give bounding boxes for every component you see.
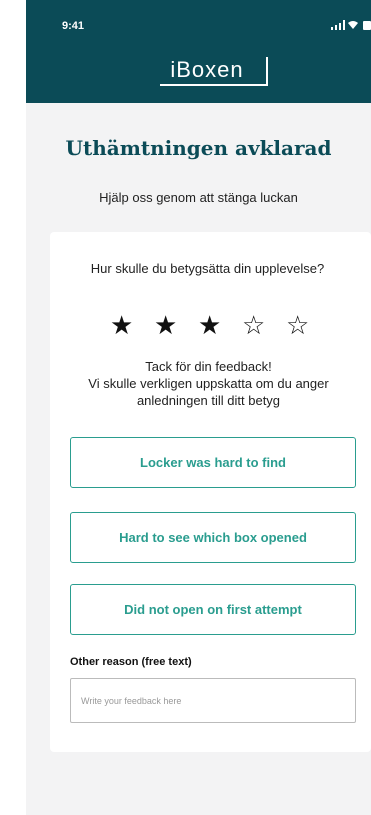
iboxen-logo: iBoxen [160, 57, 268, 86]
logo-text: iBoxen [170, 57, 244, 82]
status-time: 9:41 [62, 20, 85, 32]
reason-button-which-box-opened[interactable]: Hard to see which box opened [70, 512, 356, 563]
star-icon-2[interactable]: ★ [154, 310, 177, 340]
thanks-line-1: Tack för din feedback! [145, 359, 272, 374]
thanks-line-2: Vi skulle verkligen uppskatta om du ange… [88, 376, 329, 408]
feedback-input[interactable] [70, 678, 356, 723]
phone-screen: 9:41 iBoxen Uthämtningen avklarad Hjälp … [26, 0, 371, 815]
signal-icon [331, 20, 345, 30]
star-icon-3[interactable]: ★ [198, 310, 221, 340]
page-title: Uthämtningen avklarad [65, 136, 332, 160]
feedback-thanks: Tack för din feedback! Vi skulle verklig… [56, 358, 361, 409]
reason-button-hard-to-find[interactable]: Locker was hard to find [70, 437, 356, 488]
page-subtitle: Hjälp oss genom att stänga luckan [99, 190, 298, 205]
star-icon-5[interactable]: ☆ [286, 310, 309, 340]
app-header: 9:41 iBoxen [26, 0, 371, 103]
reason-button-did-not-open[interactable]: Did not open on first attempt [70, 584, 356, 635]
rating-card: Hur skulle du betygsätta din upplevelse?… [50, 232, 371, 752]
star-icon-4[interactable]: ☆ [242, 310, 265, 340]
wifi-icon [348, 21, 358, 29]
other-reason-label: Other reason (free text) [70, 656, 192, 668]
star-icon-1[interactable]: ★ [110, 310, 133, 340]
rating-question: Hur skulle du betygsätta din upplevelse? [90, 261, 325, 276]
battery-icon [363, 21, 371, 30]
status-icons [331, 20, 371, 32]
star-rating: ★ ★ ★ ☆ ☆ [110, 310, 330, 340]
